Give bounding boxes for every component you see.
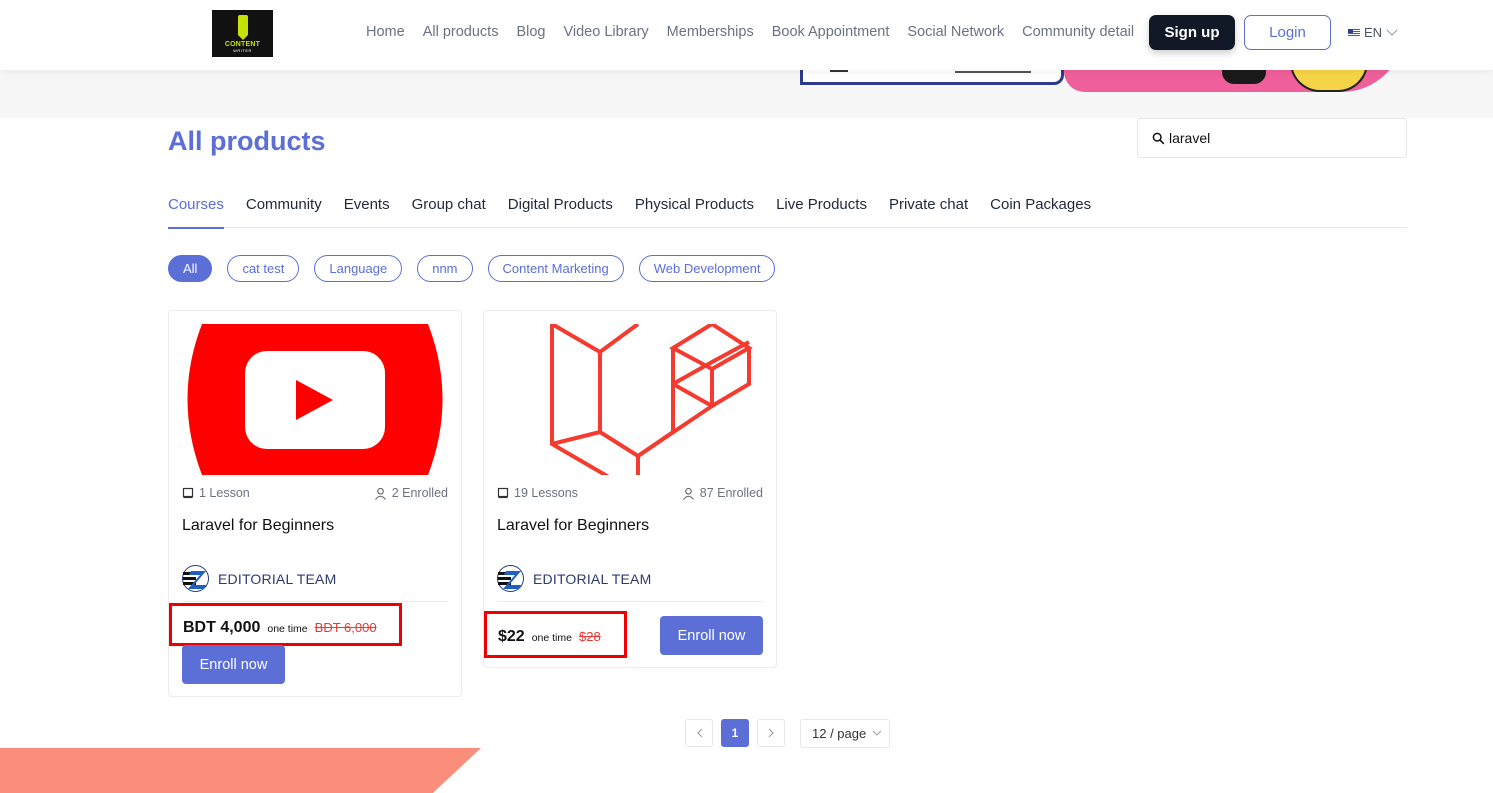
enrolled-count: 87 Enrolled [682,486,763,500]
editorial-team-logo-icon [497,565,524,592]
divider [497,601,763,602]
product-thumbnail[interactable] [182,324,448,475]
page-title: All products [168,126,326,156]
tab-community[interactable]: Community [246,196,322,228]
youtube-play-icon [187,324,443,475]
category-chip-cat-test[interactable]: cat test [227,255,300,282]
original-price: $28 [578,629,601,644]
billing-type: one time [531,632,572,644]
lesson-count-label: 19 Lessons [514,486,578,500]
lesson-count-label: 1 Lesson [199,486,250,500]
product-card[interactable]: 19 Lessons 87 Enrolled Laravel for Begin… [483,310,777,668]
enrolled-count: 2 Enrolled [374,486,448,500]
us-flag-icon [1348,28,1360,37]
category-chip-web-development[interactable]: Web Development [638,255,776,282]
book-icon [497,487,509,499]
enrolled-count-label: 2 Enrolled [391,486,448,500]
enroll-button[interactable]: Enroll now [182,645,285,684]
page-size-value: 12 / page [812,726,867,741]
nav-memberships[interactable]: Memberships [667,24,754,40]
logo-text-secondary: WRITER [233,47,252,53]
banner-decoration [830,70,848,72]
user-icon [682,487,694,500]
laravel-logo-icon [550,324,753,475]
chevron-down-icon [1386,29,1398,36]
search-box[interactable] [1137,118,1407,158]
language-selector[interactable]: EN [1348,25,1398,40]
nav-video-library[interactable]: Video Library [563,24,648,40]
divider [182,601,448,602]
chevron-down-icon [872,730,882,736]
product-type-tabs: Courses Community Events Group chat Digi… [168,196,1407,229]
enroll-button[interactable]: Enroll now [660,616,763,655]
chevron-right-icon [768,728,774,738]
lesson-count: 1 Lesson [182,486,250,500]
price-highlight: BDT 4,000 one time BDT 6,000 [169,603,402,646]
nav-blog[interactable]: Blog [516,24,545,40]
search-input[interactable] [1169,130,1399,146]
prev-page-button[interactable] [685,719,713,747]
signup-button[interactable]: Sign up [1149,15,1235,50]
main-nav: Home All products Blog Video Library Mem… [366,24,1134,40]
site-header: CONTENT WRITER Home All products Blog Vi… [0,0,1493,70]
pencil-icon [237,14,248,40]
nav-book-appointment[interactable]: Book Appointment [772,24,890,40]
category-chip-language[interactable]: Language [314,255,403,282]
chevron-left-icon [696,728,702,738]
brand-logo[interactable]: CONTENT WRITER [212,10,273,57]
tab-live-products[interactable]: Live Products [776,196,867,228]
page-size-select[interactable]: 12 / page [800,719,890,748]
original-price: BDT 6,000 [314,620,377,635]
author[interactable]: EDITORIAL TEAM [497,565,651,592]
editorial-team-logo-icon [182,565,209,592]
banner-illustration-shape [1222,70,1266,84]
nav-social-network[interactable]: Social Network [907,24,1004,40]
nav-community-detail[interactable]: Community detail [1022,24,1134,40]
author[interactable]: EDITORIAL TEAM [182,565,336,592]
tab-coin-packages[interactable]: Coin Packages [990,196,1091,228]
login-button[interactable]: Login [1244,15,1331,50]
author-name: EDITORIAL TEAM [533,570,652,587]
product-card[interactable]: 1 Lesson 2 Enrolled Laravel for Beginner… [168,310,462,697]
tab-courses[interactable]: Courses [168,196,224,229]
user-icon [374,487,386,500]
author-name: EDITORIAL TEAM [218,570,337,587]
lesson-count: 19 Lessons [497,486,578,500]
tab-private-chat[interactable]: Private chat [889,196,968,228]
logo-text-primary: CONTENT [224,40,261,48]
category-chip-all[interactable]: All [168,255,213,282]
tab-digital-products[interactable]: Digital Products [508,196,613,228]
banner-decoration [955,71,1031,73]
footer-decoration [0,748,481,793]
price: BDT 4,000 [183,619,261,636]
product-thumbnail[interactable] [497,324,763,475]
tab-events[interactable]: Events [344,196,390,228]
tab-physical-products[interactable]: Physical Products [635,196,754,228]
category-chip-nnm[interactable]: nnm [417,255,473,282]
category-chip-content-marketing[interactable]: Content Marketing [487,255,624,282]
book-icon [182,487,194,499]
billing-type: one time [267,623,308,635]
next-page-button[interactable] [757,719,785,747]
price: $22 [498,628,525,645]
search-icon [1152,132,1165,144]
enrolled-count-label: 87 Enrolled [699,486,763,500]
nav-all-products[interactable]: All products [423,24,499,40]
page-number-button[interactable]: 1 [721,719,749,747]
language-label: EN [1364,25,1383,40]
price-highlight: $22 one time $28 [484,611,627,658]
nav-home[interactable]: Home [366,24,405,40]
product-title[interactable]: Laravel for Beginners [497,517,649,535]
tab-group-chat[interactable]: Group chat [412,196,486,228]
hero-banner [0,70,1493,118]
product-title[interactable]: Laravel for Beginners [182,517,334,535]
category-filters: All cat test Language nnm Content Market… [168,255,776,282]
